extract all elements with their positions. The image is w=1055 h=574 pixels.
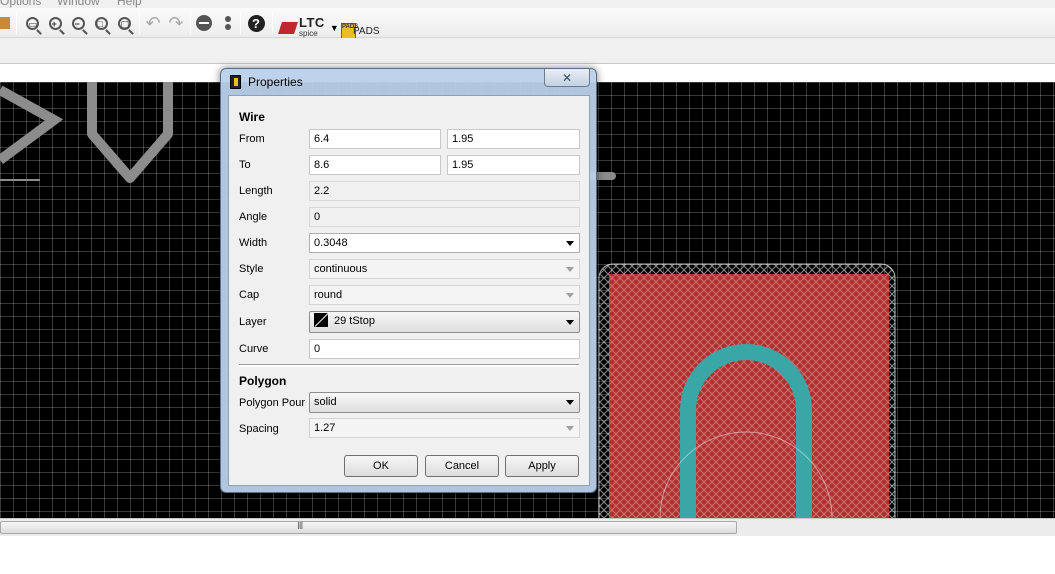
layer-value: 29 tStop [334, 315, 375, 327]
menu-window[interactable]: Window [57, 0, 100, 8]
silk-text-stroke [0, 85, 64, 165]
curve-label: Curve [239, 343, 269, 355]
dialog-title: Properties [248, 75, 303, 89]
to-y-field[interactable]: 1.95 [447, 155, 580, 175]
from-y-field[interactable]: 1.95 [447, 129, 580, 149]
angle-field: 0 [309, 207, 580, 227]
toolbar-separator [139, 12, 140, 34]
width-label: Width [239, 237, 268, 249]
pads-label: PADS [353, 25, 380, 37]
ltc-label: LTC [299, 14, 325, 30]
zoom-out-icon[interactable]: − [68, 13, 88, 33]
toolbar-separator [190, 12, 191, 34]
width-value: 0.3048 [314, 237, 348, 249]
cap-label: Cap [239, 289, 260, 301]
toolbar-separator [272, 12, 273, 34]
properties-icon [230, 75, 241, 89]
partial-tool-icon[interactable] [0, 13, 14, 33]
undo-icon[interactable]: ↶ [143, 13, 163, 33]
close-button[interactable]: ✕ [544, 69, 590, 87]
to-label: To [239, 159, 251, 171]
properties-dialog: Properties ✕ Wire From 6.4 1.95 To 8.6 1… [220, 68, 597, 493]
polygon-pour-combo[interactable]: solid [309, 392, 580, 413]
zoom-redraw-icon[interactable]: ▢ [114, 13, 134, 33]
help-icon[interactable]: ? [246, 13, 266, 33]
layer-label: Layer [239, 316, 267, 328]
chevron-down-icon[interactable]: ▼ [330, 23, 339, 33]
go-icon[interactable] [218, 13, 238, 33]
ltspice-button[interactable]: LTC spice ▼ [278, 14, 339, 39]
to-x-field[interactable]: 8.6 [309, 155, 441, 175]
apply-button[interactable]: Apply [505, 455, 579, 477]
ltc-logo-icon [278, 22, 298, 34]
style-label: Style [239, 263, 264, 275]
zoom-select-icon[interactable]: □ [91, 13, 111, 33]
layer-color-swatch [314, 312, 328, 327]
section-divider [239, 364, 579, 367]
redo-icon[interactable]: ↷ [166, 13, 186, 33]
dialog-body: Wire From 6.4 1.95 To 8.6 1.95 Length 2.… [228, 95, 590, 486]
chevron-down-icon[interactable] [566, 241, 574, 246]
layer-combo[interactable]: 29 tStop [309, 311, 580, 333]
menu-help[interactable]: Help [117, 0, 142, 8]
cap-value: round [314, 289, 343, 301]
style-value: continuous [314, 263, 368, 275]
curve-field[interactable]: 0 [309, 339, 580, 359]
from-label: From [239, 133, 265, 145]
spacing-value: 1.27 [314, 422, 336, 434]
from-x-field[interactable]: 6.4 [309, 129, 441, 149]
length-field: 2.2 [309, 181, 580, 201]
status-area [0, 536, 1055, 574]
chevron-down-icon[interactable] [566, 293, 574, 298]
pads-button[interactable]: PADS PADS [341, 23, 380, 39]
horizontal-scrollbar[interactable]: III [0, 518, 1055, 536]
silk-text-stroke [87, 82, 173, 183]
cap-combo[interactable]: round [309, 285, 580, 305]
chevron-down-icon[interactable] [566, 400, 574, 405]
ltc-sub-label: spice [299, 28, 318, 38]
toolbar-separator [16, 12, 17, 34]
angle-label: Angle [239, 211, 268, 223]
spacing-label: Spacing [239, 423, 279, 435]
chevron-down-icon[interactable] [566, 320, 574, 325]
menu-options[interactable]: Options [0, 0, 41, 8]
secondary-toolbar [0, 38, 1055, 64]
spacing-combo[interactable]: 1.27 [309, 418, 580, 438]
polygon-pour-value: solid [314, 396, 337, 408]
style-combo[interactable]: continuous [309, 259, 580, 279]
chevron-down-icon[interactable] [566, 267, 574, 272]
zoom-fit-icon[interactable]: ▭ [22, 13, 42, 33]
ok-button[interactable]: OK [344, 455, 418, 477]
main-toolbar: ▭ + − □ ▢ ↶ ↷ ? LTC spice ▼ PADS PADS [0, 8, 1055, 39]
close-icon: ✕ [561, 70, 573, 85]
polygon-pour-label: Polygon Pour [239, 397, 306, 409]
polygon-section-title: Polygon [239, 374, 287, 388]
stop-icon[interactable] [194, 13, 214, 33]
length-label: Length [239, 185, 273, 197]
chevron-down-icon[interactable] [566, 426, 574, 431]
wire-section-title: Wire [239, 110, 265, 124]
scroll-grip: III [297, 521, 303, 532]
zoom-in-icon[interactable]: + [45, 13, 65, 33]
toolbar-separator [240, 12, 241, 34]
cancel-button[interactable]: Cancel [425, 455, 499, 477]
copper-pad-hatch [609, 274, 889, 518]
scrollbar-thumb[interactable]: III [0, 521, 737, 534]
menu-bar: Options Window Help [0, 0, 1055, 8]
dialog-titlebar[interactable]: Properties ✕ [221, 69, 596, 95]
width-combo[interactable]: 0.3048 [309, 233, 580, 253]
